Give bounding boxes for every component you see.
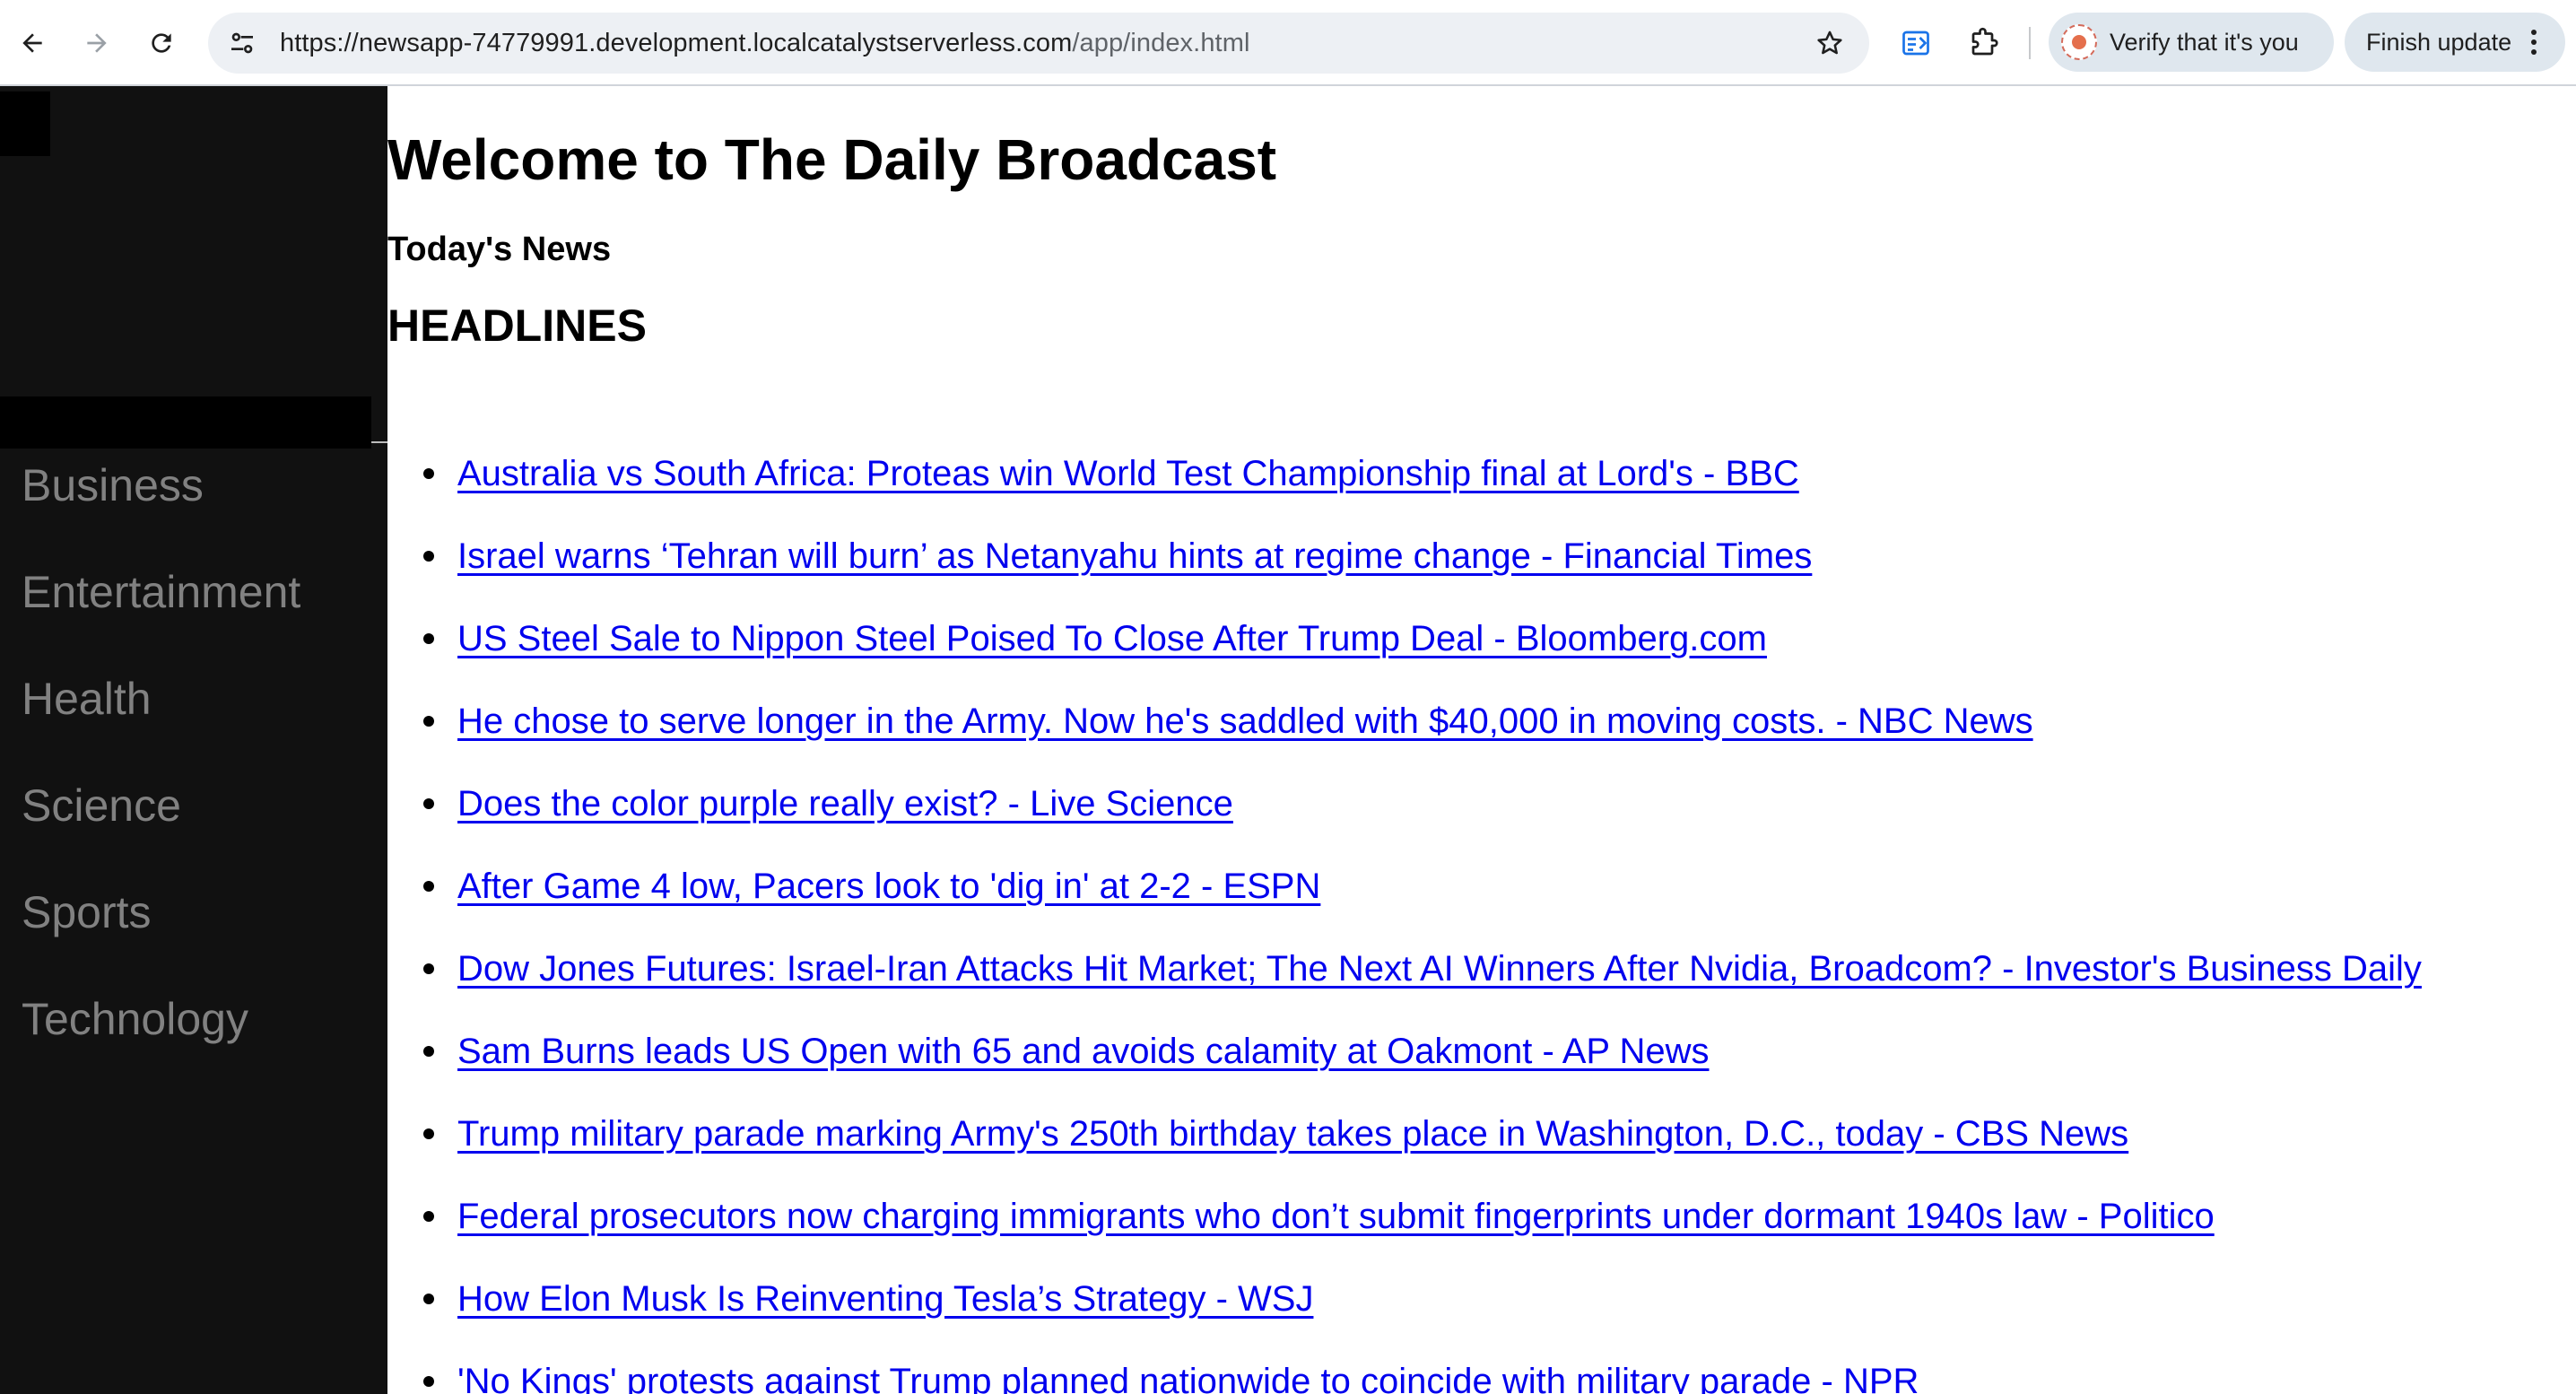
list-item: US Steel Sale to Nippon Steel Poised To … [422,610,2422,693]
back-icon [22,33,42,53]
headline-link[interactable]: 'No Kings' protests against Trump planne… [457,1362,1919,1394]
bullet [423,1211,434,1222]
headline-link[interactable]: He chose to serve longer in the Army. No… [457,701,2033,741]
extensions-button[interactable] [1962,22,2006,65]
sidebar: Business Entertainment Health Science Sp… [0,86,387,1394]
list-item: Dow Jones Futures: Israel-Iran Attacks H… [422,940,2422,1023]
bullet [423,468,434,479]
headline-list: Australia vs South Africa: Proteas win W… [422,445,2422,1394]
address-bar[interactable]: https://newsapp-74779991.development.loc… [208,13,1869,74]
headline-link[interactable]: Federal prosecutors now charging immigra… [457,1197,2215,1236]
headline-link[interactable]: Israel warns ‘Tehran will burn’ as Netan… [457,536,1812,576]
site-info-button[interactable] [224,25,260,61]
main-content: Welcome to The Daily Broadcast Today's N… [387,86,2576,1394]
bullet [423,881,434,892]
headline-link[interactable]: How Elon Musk Is Reinventing Tesla’s Str… [457,1279,1313,1319]
list-item: Australia vs South Africa: Proteas win W… [422,445,2422,527]
url-host: https://newsapp-74779991.development.loc… [280,28,1073,57]
update-label: Finish update [2366,28,2512,56]
sidebar-item-entertainment[interactable]: Entertainment [22,561,300,667]
headline-link[interactable]: Does the color purple really exist? - Li… [457,784,1233,823]
forward-button[interactable] [74,20,120,66]
list-item: After Game 4 low, Pacers look to 'dig in… [422,858,2422,940]
verify-label: Verify that it's you [2110,28,2299,56]
sidebar-item-health[interactable]: Health [22,667,300,774]
section-title: HEADLINES [387,301,647,351]
headline-link[interactable]: US Steel Sale to Nippon Steel Poised To … [457,619,1767,658]
page-subtitle: Today's News [387,231,612,268]
bookmark-button[interactable] [1812,25,1848,61]
headline-link[interactable]: Dow Jones Futures: Israel-Iran Attacks H… [457,949,2422,989]
list-item: 'No Kings' protests against Trump planne… [422,1353,2422,1394]
list-item: He chose to serve longer in the Army. No… [422,693,2422,775]
back-button[interactable] [9,20,56,66]
extensions-icon [1971,27,1998,56]
list-item: Federal prosecutors now charging immigra… [422,1188,2422,1270]
bullet [423,798,434,809]
star-icon [1817,30,1842,55]
sidebar-header-band [0,396,371,449]
browser-toolbar: https://newsapp-74779991.development.loc… [0,0,2576,86]
list-item: Trump military parade marking Army's 250… [422,1105,2422,1188]
url-path: /app/index.html [1072,28,1250,57]
profile-icon [2061,24,2097,60]
bullet [423,1294,434,1304]
sidebar-item-sports[interactable]: Sports [22,881,300,988]
list-item: Does the color purple really exist? - Li… [422,775,2422,858]
more-icon [2531,30,2537,55]
reload-icon [152,33,171,53]
verify-identity-button[interactable]: Verify that it's you [2049,13,2334,72]
sidebar-item-technology[interactable]: Technology [22,988,300,1094]
bullet [423,633,434,644]
headline-link[interactable]: Trump military parade marking Army's 250… [457,1114,2128,1154]
sidebar-item-science[interactable]: Science [22,774,300,881]
toolbar-separator [2029,27,2031,59]
bullet [423,551,434,562]
site-info-icon [231,32,253,54]
list-item: Sam Burns leads US Open with 65 and avoi… [422,1023,2422,1105]
headline-link[interactable]: Australia vs South Africa: Proteas win W… [457,454,1799,493]
bullet [423,716,434,727]
headline-link[interactable]: Sam Burns leads US Open with 65 and avoi… [457,1032,1709,1071]
sidebar-divider [371,441,387,443]
bullet [423,1128,434,1139]
list-item: How Elon Musk Is Reinventing Tesla’s Str… [422,1270,2422,1353]
forward-icon [87,33,107,53]
reading-mode-button[interactable] [1894,22,1937,65]
page-title: Welcome to The Daily Broadcast [387,127,1277,192]
reload-button[interactable] [138,20,185,66]
finish-update-button[interactable]: Finish update [2345,13,2565,72]
sidebar-item-business[interactable]: Business [22,454,300,561]
list-item: Israel warns ‘Tehran will burn’ as Netan… [422,527,2422,610]
bullet [423,1046,434,1057]
url-text: https://newsapp-74779991.development.loc… [280,29,1250,58]
bullet [423,963,434,974]
bullet [423,1376,434,1387]
reading-mode-icon [1902,30,1929,56]
headline-link[interactable]: After Game 4 low, Pacers look to 'dig in… [457,867,1320,906]
category-nav: Business Entertainment Health Science Sp… [22,454,300,1094]
sidebar-logo-placeholder [0,91,50,156]
